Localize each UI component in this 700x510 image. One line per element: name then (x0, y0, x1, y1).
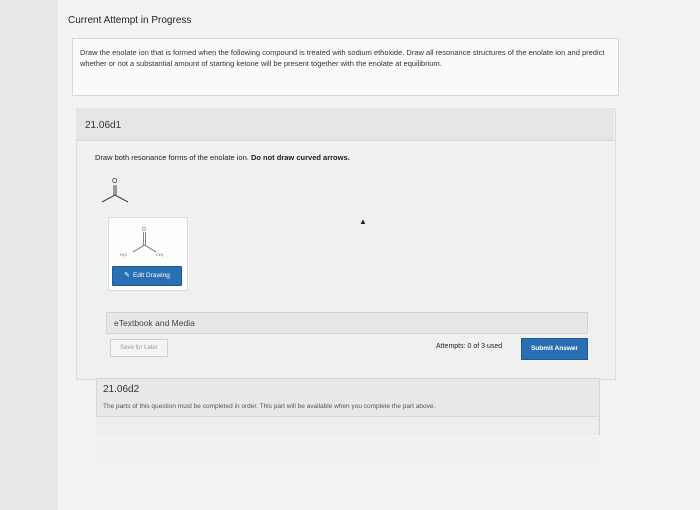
lower-area (96, 436, 598, 466)
instruction-text: Draw both resonance forms of the enolate… (95, 153, 249, 162)
cursor-icon: ▲ (359, 217, 367, 226)
part2-id: 21.06d2 (103, 384, 140, 395)
instruction-bold: Do not draw curved arrows. (250, 153, 350, 162)
oxygen-label: O (112, 178, 118, 185)
part-header (76, 108, 614, 141)
part2-inner (96, 416, 598, 435)
part-id: 21.06d1 (85, 120, 122, 131)
part2-note: The parts of this question must be compl… (103, 403, 436, 410)
edit-drawing-label: Edit Drawing (133, 272, 170, 279)
ketone-thumbnail: O H₃C CH₃ (120, 227, 164, 257)
ketone-structure: O (101, 178, 129, 203)
attempts-text: Attempts: 0 of 3 used (436, 343, 503, 350)
page-title: Current Attempt in Progress (68, 15, 192, 26)
edit-drawing-button[interactable]: ✎ Edit Drawing (112, 266, 182, 286)
save-for-later-button[interactable]: Save for Later (110, 339, 168, 357)
pencil-icon: ✎ (124, 272, 130, 279)
methyl-left-label: H₃C (120, 252, 128, 257)
etextbook-label[interactable]: eTextbook and Media (114, 318, 195, 328)
submit-answer-button[interactable]: Submit Answer (521, 338, 588, 360)
instruction: Draw both resonance forms of the enolate… (95, 153, 350, 162)
methyl-right-label: CH₃ (156, 252, 164, 257)
question-text: Draw the enolate ion that is formed when… (80, 48, 605, 68)
